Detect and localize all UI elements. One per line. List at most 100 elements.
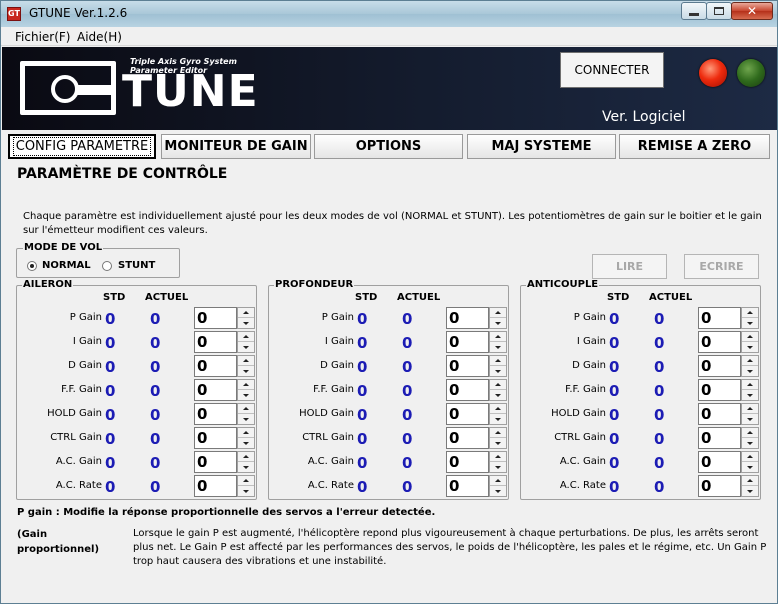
- spin-up-button[interactable]: [742, 404, 758, 414]
- parameter-input[interactable]: 0: [698, 427, 741, 449]
- spin-up-button[interactable]: [238, 476, 254, 486]
- parameter-input[interactable]: 0: [446, 403, 489, 425]
- parameter-input[interactable]: 0: [698, 331, 741, 353]
- spin-up-button[interactable]: [238, 332, 254, 342]
- spin-down-button[interactable]: [238, 342, 254, 352]
- parameter-input[interactable]: 0: [194, 475, 237, 497]
- spin-down-button[interactable]: [238, 414, 254, 424]
- spin-up-button[interactable]: [742, 308, 758, 318]
- parameter-spinner: [741, 307, 759, 329]
- spin-down-button[interactable]: [238, 486, 254, 496]
- spin-down-button[interactable]: [238, 390, 254, 400]
- spin-up-button[interactable]: [490, 452, 506, 462]
- spin-up-button[interactable]: [238, 308, 254, 318]
- spin-down-button[interactable]: [238, 366, 254, 376]
- spin-up-button[interactable]: [742, 428, 758, 438]
- lire-button[interactable]: LIRE: [592, 254, 667, 279]
- spin-up-button[interactable]: [490, 308, 506, 318]
- parameter-input[interactable]: 0: [446, 307, 489, 329]
- parameter-input[interactable]: 0: [446, 355, 489, 377]
- maximize-button[interactable]: [706, 2, 732, 20]
- spin-up-button[interactable]: [490, 404, 506, 414]
- parameter-input[interactable]: 0: [446, 427, 489, 449]
- radio-stunt-label[interactable]: STUNT: [118, 260, 155, 271]
- spin-up-button[interactable]: [742, 476, 758, 486]
- menu-fichier[interactable]: Fichier(F): [15, 30, 70, 44]
- group-anticouple: ANTICOUPLE STD ACTUEL P Gain 0 0 0 I Gain 0 0 0 D G…: [520, 279, 761, 500]
- spin-down-button[interactable]: [238, 318, 254, 328]
- close-button[interactable]: ✕: [731, 2, 773, 20]
- spin-down-button[interactable]: [238, 462, 254, 472]
- spin-up-button[interactable]: [238, 356, 254, 366]
- radio-normal-label[interactable]: NORMAL: [42, 260, 91, 271]
- ecrire-button[interactable]: ECRIRE: [684, 254, 759, 279]
- parameter-input[interactable]: 0: [194, 307, 237, 329]
- spin-up-button[interactable]: [742, 380, 758, 390]
- tab-remise-a-zero[interactable]: REMISE A ZERO: [619, 134, 770, 159]
- menu-bar: Fichier(F) Aide(H): [1, 27, 777, 46]
- parameter-input[interactable]: 0: [698, 475, 741, 497]
- connect-button[interactable]: CONNECTER: [560, 52, 664, 88]
- spin-down-button[interactable]: [490, 318, 506, 328]
- actuel-value: 0: [402, 430, 413, 448]
- parameter-input[interactable]: 0: [194, 427, 237, 449]
- parameter-input[interactable]: 0: [698, 307, 741, 329]
- parameter-spinner: [489, 379, 507, 401]
- spin-down-button[interactable]: [742, 414, 758, 424]
- spin-up-button[interactable]: [490, 428, 506, 438]
- parameter-input[interactable]: 0: [194, 331, 237, 353]
- spin-up-button[interactable]: [238, 428, 254, 438]
- parameter-input[interactable]: 0: [194, 379, 237, 401]
- title-bar[interactable]: GT GTUNE Ver.1.2.6 ✕: [1, 1, 777, 27]
- parameter-input[interactable]: 0: [698, 403, 741, 425]
- spin-down-button[interactable]: [490, 414, 506, 424]
- spin-down-button[interactable]: [742, 318, 758, 328]
- parameter-input[interactable]: 0: [698, 379, 741, 401]
- spin-up-button[interactable]: [490, 332, 506, 342]
- spin-up-button[interactable]: [238, 380, 254, 390]
- arrow-up-icon: [243, 455, 249, 458]
- spin-up-button[interactable]: [742, 452, 758, 462]
- tab-config-parametre[interactable]: CONFIG PARAMETRE: [8, 134, 156, 159]
- tab-moniteur-de-gain[interactable]: MONITEUR DE GAIN: [161, 134, 311, 159]
- spin-up-button[interactable]: [742, 356, 758, 366]
- spin-down-button[interactable]: [490, 486, 506, 496]
- spin-up-button[interactable]: [742, 332, 758, 342]
- parameter-input[interactable]: 0: [698, 451, 741, 473]
- minimize-button[interactable]: [681, 2, 707, 20]
- spin-down-button[interactable]: [742, 462, 758, 472]
- parameter-input[interactable]: 0: [446, 451, 489, 473]
- spin-up-button[interactable]: [238, 404, 254, 414]
- radio-normal[interactable]: [27, 261, 37, 271]
- menu-aide[interactable]: Aide(H): [77, 30, 122, 44]
- spin-down-button[interactable]: [742, 486, 758, 496]
- parameter-input[interactable]: 0: [698, 355, 741, 377]
- parameter-input[interactable]: 0: [446, 331, 489, 353]
- spin-down-button[interactable]: [238, 438, 254, 448]
- spin-down-button[interactable]: [490, 438, 506, 448]
- spin-down-button[interactable]: [742, 342, 758, 352]
- arrow-up-icon: [747, 311, 753, 314]
- actuel-value: 0: [402, 334, 413, 352]
- spin-down-button[interactable]: [742, 390, 758, 400]
- parameter-input[interactable]: 0: [446, 475, 489, 497]
- parameter-input[interactable]: 0: [446, 379, 489, 401]
- spin-up-button[interactable]: [238, 452, 254, 462]
- parameter-input[interactable]: 0: [194, 355, 237, 377]
- radio-stunt[interactable]: [102, 261, 112, 271]
- spin-down-button[interactable]: [490, 342, 506, 352]
- spin-down-button[interactable]: [490, 366, 506, 376]
- tab-maj-systeme[interactable]: MAJ SYSTEME: [467, 134, 616, 159]
- spin-up-button[interactable]: [490, 380, 506, 390]
- parameter-input[interactable]: 0: [194, 451, 237, 473]
- parameter-input[interactable]: 0: [194, 403, 237, 425]
- parameter-label: P Gain: [321, 312, 354, 323]
- spin-down-button[interactable]: [490, 462, 506, 472]
- spin-up-button[interactable]: [490, 476, 506, 486]
- spin-down-button[interactable]: [742, 366, 758, 376]
- spin-down-button[interactable]: [742, 438, 758, 448]
- tab-options[interactable]: OPTIONS: [314, 134, 463, 159]
- spin-down-button[interactable]: [490, 390, 506, 400]
- spin-up-button[interactable]: [490, 356, 506, 366]
- arrow-up-icon: [243, 407, 249, 410]
